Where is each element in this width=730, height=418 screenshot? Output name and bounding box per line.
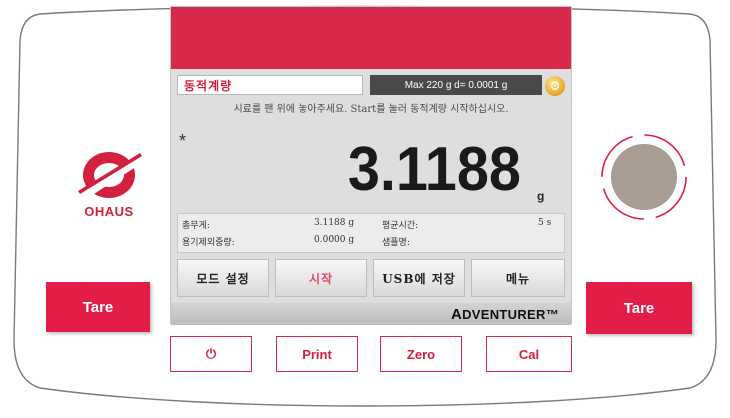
mode-title[interactable]: 동적계량 [177,75,363,95]
usb-save-softkey[interactable]: USB에 저장 [373,259,465,297]
gross-label: 총무게: [182,221,210,231]
display-header-bar [171,7,571,69]
sample-label: 샘플명: [382,238,410,248]
mode-setup-softkey[interactable]: 모드 설정 [177,259,269,297]
print-button[interactable]: Print [276,336,358,372]
power-button[interactable]: ⏻ [170,336,252,372]
left-tare-button[interactable]: Tare [46,282,150,332]
stable-indicator: * [179,131,187,151]
display-screen: 동적계량 Max 220 g d= 0.0001 g ⚙ 시료를 팬 위에 놓아… [170,6,572,325]
right-tare-button[interactable]: Tare [586,282,692,334]
proximity-sensor-button[interactable] [598,131,690,223]
capacity-readout: Max 220 g d= 0.0001 g [370,75,542,95]
instruction-text: 시료를 팬 위에 놓아주세요. Start를 눌러 동적계량 시작하십시오. [233,104,509,115]
zero-button[interactable]: Zero [380,336,462,372]
avg-time-label: 평균시간: [382,221,419,231]
cal-button[interactable]: Cal [486,336,572,372]
avg-time-value: 5 s [538,218,552,228]
ohaus-wordmark: OHAUS [84,204,134,219]
power-icon: ⏻ [205,346,217,361]
weight-unit: g [537,189,545,203]
gross-value: 3.1188 g [314,218,355,228]
weight-reading: 3.1188 [347,135,521,204]
menu-softkey[interactable]: 메뉴 [471,259,565,297]
brand-bar: ADVENTURER™ [171,303,571,325]
adventurer-brand: ADVENTURER™ [450,306,559,323]
gear-icon[interactable]: ⚙ [545,76,565,96]
tare-label: 용기제외중량: [182,238,235,248]
tare-value: 0.0000 g [314,235,355,245]
info-panel: 총무게: 3.1188 g 용기제외중량: 0.0000 g 평균시간: 5 s… [177,213,565,253]
start-softkey[interactable]: 시작 [275,259,367,297]
